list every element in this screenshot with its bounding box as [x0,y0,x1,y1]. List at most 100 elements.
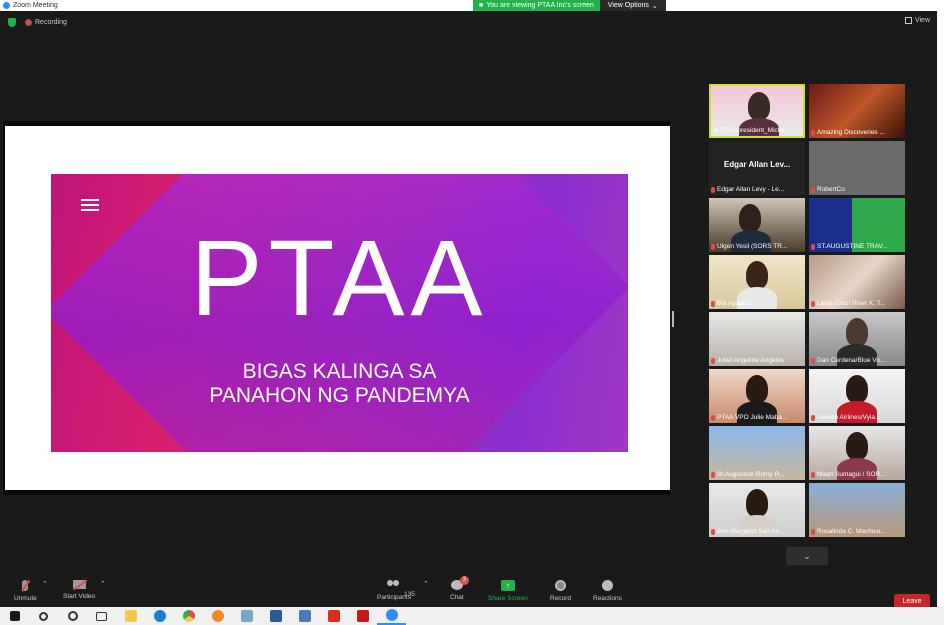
edge-icon [153,610,166,622]
window-titlebar: Zoom Meeting [0,0,944,11]
video-tile[interactable]: Ann Margaret San An... [709,483,805,537]
video-tile[interactable]: Turkish Airlines/Vyla... [809,369,905,423]
unmute-button[interactable]: Unmute [14,580,37,602]
record-button[interactable]: Record [550,580,571,602]
participant-head [846,375,868,403]
notepad-icon [298,610,311,622]
share-screen-button[interactable]: ↑ Share Screen [488,580,528,602]
audio-options-caret[interactable]: ⌃ [42,580,48,588]
taskbar-task-view[interactable] [87,607,116,625]
video-tile[interactable]: Lanie Cruz/ Riser K. T... [809,255,905,309]
view-options-button[interactable]: View Options ⌄ [599,0,666,11]
video-tile[interactable]: Amazing Discoveries ... [809,84,905,138]
muted-mic-icon [811,414,815,421]
participant-head [748,92,770,120]
participant-name: Maan Sumagui / SOR... [817,471,886,478]
muted-mic-icon [711,186,715,193]
recording-label: Recording [35,18,67,26]
zoom-icon [385,609,398,621]
participant-label: Edgar Allan Levy - Le... [711,186,803,193]
taskbar-cortana[interactable] [58,607,87,625]
taskbar-firefox[interactable] [203,607,232,625]
participant-label: ST.AUGUSTINE TRAV... [811,243,903,250]
video-tile[interactable]: Bid Agapito [709,255,805,309]
video-tile[interactable]: Maan Sumagui / SOR... [809,426,905,480]
video-tile[interactable]: RobertCo [809,141,905,195]
slide-title: PTAA [190,217,489,338]
participant-head [746,261,768,289]
slide-subtitle: BIGAS KALINGA SA PANAHON NG PANDEMYA [51,360,628,408]
gallery-scroll-down-button[interactable]: ⌄ [786,547,828,565]
participant-label: Dan Cerdena/Blue Vo... [811,357,903,364]
taskbar-notepad[interactable] [290,607,319,625]
view-button[interactable]: View [904,17,930,24]
participant-display-name: Edgar Allan Lev... [723,160,791,169]
taskbar-search[interactable] [29,607,58,625]
participant-name: Lanie Cruz/ Riser K. T... [817,300,886,307]
encryption-shield-icon[interactable] [8,17,16,27]
participant-name: ST.AUGUSTINE TRAV... [817,243,888,250]
video-tile[interactable]: ★ PTAApresident_Miche... [709,84,805,138]
slide-subtitle-line2: PANAHON NG PANDEMYA [209,384,470,408]
taskbar-app-red[interactable] [348,607,377,625]
recording-icon [25,18,32,26]
viewing-message-text: You are viewing PTAA Inc's screen [486,2,594,9]
start-video-button[interactable]: Start Video [63,580,95,600]
muted-mic-icon [711,471,715,478]
participant-label: Bid Agapito [711,300,803,307]
unmute-label: Unmute [14,595,37,602]
view-options-label: View Options [607,2,649,9]
participant-name: RobertCo [817,186,845,193]
share-screen-label: Share Screen [488,595,528,602]
muted-mic-icon [811,528,815,535]
video-tile[interactable]: Edgar Allan Lev... Edgar Allan Levy - Le… [709,141,805,195]
chat-button[interactable]: 3 Chat [450,576,469,601]
participant-label: Ulgen Yesil (SORS TR... [711,243,803,250]
reactions-button[interactable]: Reactions [593,580,622,602]
meeting-area: Recording View PTAA BIGAS KALINGA SA PAN… [0,11,944,618]
taskbar-file-explorer[interactable] [116,607,145,625]
participant-head [846,432,868,460]
taskbar-chrome[interactable] [174,607,203,625]
muted-mic-icon [811,186,815,193]
pdf-icon [327,610,340,622]
video-tile[interactable]: PTAA VPO Julie Maba... [709,369,805,423]
participant-head [846,318,868,346]
video-tile[interactable]: Juliet Angeline Angeles [709,312,805,366]
participant-name: Amazing Discoveries ... [817,129,885,136]
start-button[interactable] [0,607,29,625]
video-tile[interactable]: Ulgen Yesil (SORS TR... [709,198,805,252]
viewing-banner: ■ You are viewing PTAA Inc's screen View… [473,0,666,11]
video-tile[interactable]: ST.AUGUSTINE TRAV... [809,198,905,252]
cortana-icon [67,611,78,621]
taskbar-zoom[interactable] [377,607,406,625]
taskbar-acrobat[interactable] [319,607,348,625]
video-tile[interactable]: Rosalinda C. Machico... [809,483,905,537]
participant-name: PTAA VPO Julie Maba... [717,414,788,421]
participant-name: St.Augustine Romy R... [717,471,785,478]
video-off-icon [72,580,86,589]
participant-name: Turkish Airlines/Vyla... [817,414,881,421]
recording-indicator[interactable]: Recording [25,18,67,26]
participant-head [739,204,761,232]
chrome-icon [182,610,195,622]
chevron-down-icon: ⌄ [803,551,811,561]
panel-resize-handle[interactable] [672,311,674,327]
participants-options-caret[interactable]: ⌃ [423,580,429,588]
participant-name: Juliet Angeline Angeles [717,357,784,364]
red-app-icon [356,610,369,622]
hamburger-menu-icon [81,199,99,213]
participant-label: St.Augustine Romy R... [711,471,803,478]
taskbar-edge[interactable] [145,607,174,625]
shared-screen[interactable]: PTAA BIGAS KALINGA SA PANAHON NG PANDEMY… [3,121,670,495]
muted-mic-icon [711,357,715,364]
video-tile[interactable]: Dan Cerdena/Blue Vo... [809,312,905,366]
taskbar-word[interactable] [261,607,290,625]
taskbar-app[interactable] [232,607,261,625]
view-label: View [914,17,930,24]
participants-count: 135 [404,591,415,598]
participant-label: Ann Margaret San An... [711,528,803,535]
video-tile[interactable]: St.Augustine Romy R... [709,426,805,480]
video-options-caret[interactable]: ⌃ [100,580,106,588]
share-screen-icon: ■ [479,2,484,9]
